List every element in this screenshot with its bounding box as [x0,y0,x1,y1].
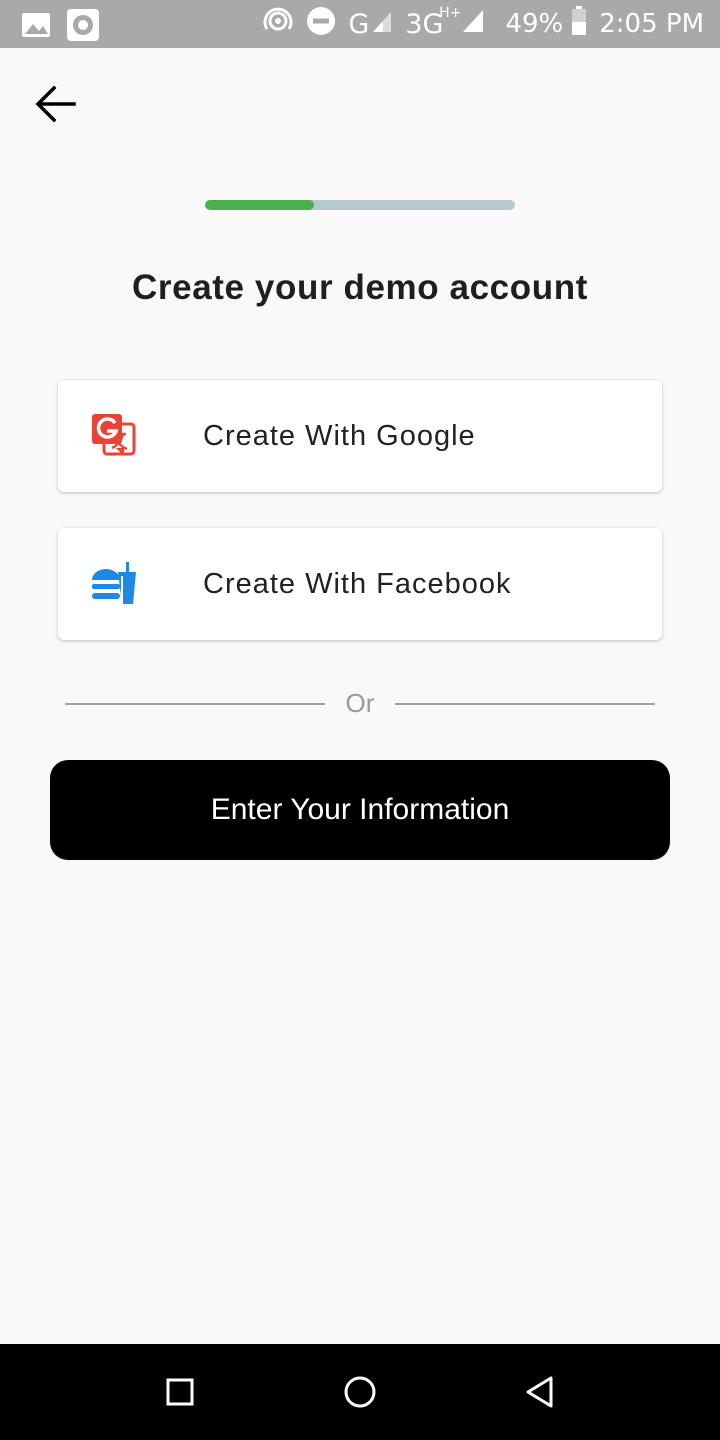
radio-icon [66,8,100,47]
dnd-icon [306,6,336,43]
status-right: G 3G H+ 49% 2:05 PM [262,0,704,48]
arrow-left-icon [35,85,76,123]
create-with-facebook-button[interactable]: Create With Facebook [58,528,662,640]
network-hplus: H+ [439,4,462,21]
hotspot-icon [262,5,294,44]
google-translate-icon [90,412,138,460]
facebook-button-label: Create With Facebook [203,568,512,600]
page-title: Create your demo account [132,268,588,307]
progress-bar [205,200,515,210]
divider-left [65,703,325,705]
network-g: G [348,8,370,40]
status-bar: G 3G H+ 49% 2:05 PM [0,0,720,48]
status-left [20,8,100,47]
back-triangle-icon[interactable] [520,1372,560,1412]
battery-icon [571,5,587,43]
signal-full-icon [461,8,485,41]
network-3g: 3G H+ [405,5,461,40]
divider-right [395,703,655,705]
google-button-label: Create With Google [203,420,476,452]
recent-apps-icon[interactable] [160,1372,200,1412]
create-with-google-button[interactable]: Create With Google [58,380,662,492]
divider-or: Or [345,688,375,718]
progress-fill [205,200,314,210]
back-button[interactable] [30,80,82,128]
image-icon [20,9,52,46]
status-time: 2:05 PM [599,9,704,39]
home-icon[interactable] [340,1372,380,1412]
network-3g-label: 3G [405,8,444,40]
signal-icon [371,8,393,41]
enter-information-button[interactable]: Enter Your Information [50,760,670,860]
navigation-bar [0,1344,720,1440]
fastfood-icon [90,560,138,608]
battery-percent: 49% [505,9,564,39]
